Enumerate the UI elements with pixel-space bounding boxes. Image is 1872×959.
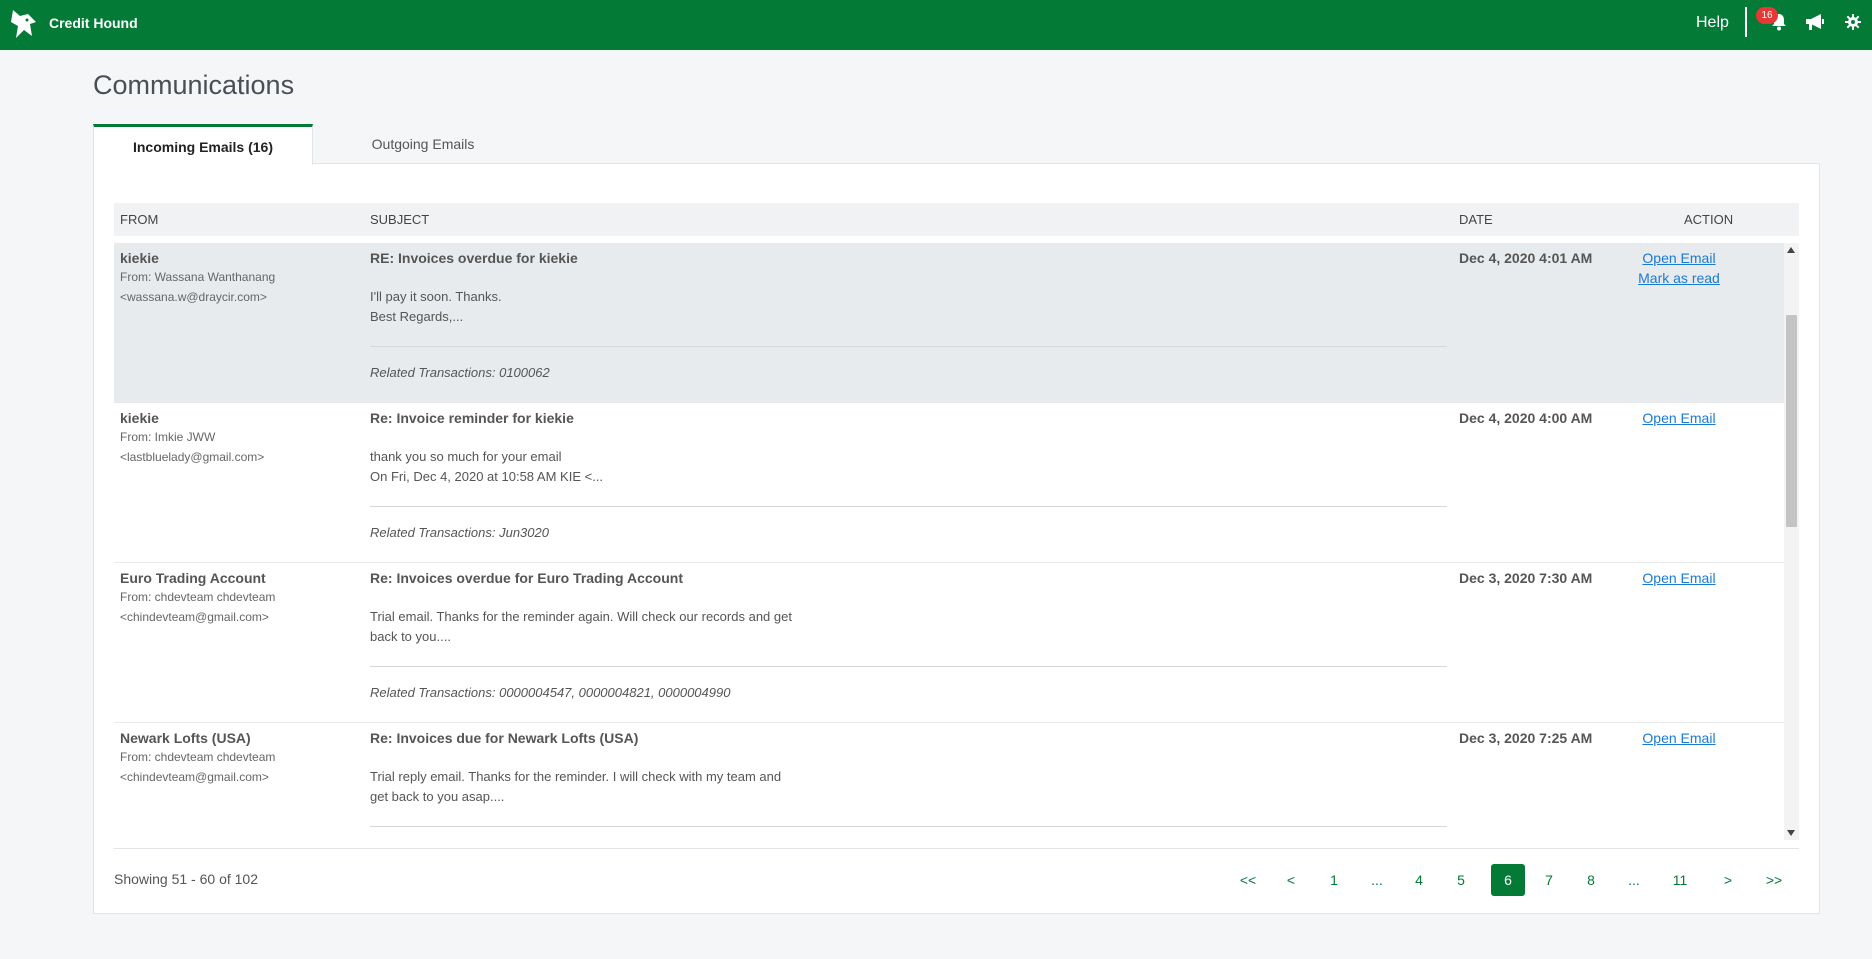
- table-row[interactable]: Newark Lofts (USA) From: chdevteam chdev…: [114, 723, 1784, 840]
- from-email: <chindevteam@gmail.com>: [120, 610, 269, 624]
- from-name: kiekie: [120, 250, 159, 266]
- brand-name[interactable]: Credit Hound: [49, 15, 138, 31]
- pagination-page[interactable]: 8: [1574, 864, 1608, 896]
- email-subject: Re: Invoices due for Newark Lofts (USA): [370, 730, 639, 746]
- from-email: <wassana.w@draycir.com>: [120, 290, 267, 304]
- snippet-line: get back to you asap....: [370, 789, 505, 804]
- scroll-up-arrow-icon[interactable]: [1787, 247, 1795, 253]
- column-header-date: DATE: [1459, 212, 1493, 227]
- pagination-ellipsis: ...: [1628, 872, 1640, 888]
- table-row[interactable]: kiekie From: Imkie JWW <lastbluelady@gma…: [114, 403, 1784, 563]
- tab-incoming-emails[interactable]: Incoming Emails (16): [93, 124, 313, 165]
- email-snippet: I'll pay it soon. Thanks. Best Regards,.…: [370, 287, 850, 327]
- snippet-line: Trial email. Thanks for the reminder aga…: [370, 609, 792, 624]
- help-link[interactable]: Help: [1696, 14, 1729, 32]
- email-date: Dec 3, 2020 7:25 AM: [1459, 730, 1593, 746]
- related-transactions: Related Transactions: Jun3020: [370, 525, 549, 540]
- open-email-link[interactable]: Open Email: [1614, 730, 1744, 746]
- column-header-action: ACTION: [1684, 212, 1734, 227]
- column-header-from: FROM: [120, 212, 159, 227]
- pagination-last[interactable]: >>: [1757, 864, 1791, 896]
- email-snippet: thank you so much for your email On Fri,…: [370, 447, 850, 487]
- from-name: kiekie: [120, 410, 159, 426]
- related-transactions: Related Transactions: 0100062: [370, 365, 550, 380]
- from-name: Euro Trading Account: [120, 570, 266, 586]
- pagination-first[interactable]: <<: [1231, 864, 1265, 896]
- emails-table-body[interactable]: kiekie From: Wassana Wanthanang <wassana…: [114, 243, 1784, 840]
- email-date: Dec 4, 2020 4:00 AM: [1459, 410, 1593, 426]
- gear-icon[interactable]: [1845, 14, 1861, 30]
- snippet-line: back to you....: [370, 629, 451, 644]
- email-date: Dec 3, 2020 7:30 AM: [1459, 570, 1593, 586]
- tab-outgoing-emails[interactable]: Outgoing Emails: [313, 124, 533, 164]
- mark-as-read-link[interactable]: Mark as read: [1614, 270, 1744, 286]
- topbar-divider: [1745, 7, 1747, 37]
- snippet-line: Best Regards,...: [370, 309, 464, 324]
- snippet-line: On Fri, Dec 4, 2020 at 10:58 AM KIE <...: [370, 469, 604, 484]
- pagination-page[interactable]: 1: [1317, 864, 1351, 896]
- table-header: FROM SUBJECT DATE ACTION: [114, 203, 1799, 236]
- email-subject: Re: Invoices overdue for Euro Trading Ac…: [370, 570, 683, 586]
- table-row[interactable]: Euro Trading Account From: chdevteam chd…: [114, 563, 1784, 723]
- from-sender: From: Wassana Wanthanang: [120, 270, 276, 284]
- related-transactions: Related Transactions: 0000004547, 000000…: [370, 685, 731, 700]
- from-name: Newark Lofts (USA): [120, 730, 251, 746]
- pagination-page[interactable]: 11: [1663, 864, 1697, 896]
- open-email-link[interactable]: Open Email: [1614, 570, 1744, 586]
- page-title: Communications: [93, 70, 295, 100]
- snippet-line: Trial reply email. Thanks for the remind…: [370, 769, 782, 784]
- from-email: <chindevteam@gmail.com>: [120, 770, 269, 784]
- email-date: Dec 4, 2020 4:01 AM: [1459, 250, 1593, 266]
- scroll-down-arrow-icon[interactable]: [1787, 830, 1795, 836]
- snippet-line: I'll pay it soon. Thanks.: [370, 289, 502, 304]
- email-subject: Re: Invoice reminder for kiekie: [370, 410, 574, 426]
- wolf-logo-icon[interactable]: [10, 8, 38, 40]
- pagination-page[interactable]: 5: [1444, 864, 1478, 896]
- notification-badge: 16: [1756, 7, 1778, 24]
- row-separator: [370, 506, 1447, 507]
- from-sender: From: Imkie JWW: [120, 430, 216, 444]
- pagination-prev[interactable]: <: [1274, 864, 1308, 896]
- row-separator: [370, 826, 1447, 827]
- email-snippet: Trial reply email. Thanks for the remind…: [370, 767, 850, 807]
- from-sender: From: chdevteam chdevteam: [120, 750, 276, 764]
- pagination-page[interactable]: 7: [1532, 864, 1566, 896]
- table-scrollbar[interactable]: [1784, 243, 1799, 840]
- pagination-page[interactable]: 4: [1402, 864, 1436, 896]
- snippet-line: thank you so much for your email: [370, 449, 562, 464]
- email-snippet: Trial email. Thanks for the reminder aga…: [370, 607, 850, 647]
- open-email-link[interactable]: Open Email: [1614, 250, 1744, 266]
- footer-divider: [114, 848, 1799, 849]
- top-bar: Credit Hound Help 16: [0, 0, 1872, 50]
- from-email: <lastbluelady@gmail.com>: [120, 450, 265, 464]
- showing-count: Showing 51 - 60 of 102: [114, 871, 258, 887]
- email-subject: RE: Invoices overdue for kiekie: [370, 250, 578, 266]
- pagination-page-active[interactable]: 6: [1491, 864, 1525, 896]
- row-separator: [370, 346, 1447, 347]
- column-header-subject: SUBJECT: [370, 212, 430, 227]
- pagination-next[interactable]: >: [1711, 864, 1745, 896]
- open-email-link[interactable]: Open Email: [1614, 410, 1744, 426]
- pagination-ellipsis: ...: [1371, 872, 1383, 888]
- table-row[interactable]: kiekie From: Wassana Wanthanang <wassana…: [114, 243, 1784, 403]
- scroll-thumb[interactable]: [1786, 315, 1797, 527]
- row-separator: [370, 666, 1447, 667]
- from-sender: From: chdevteam chdevteam: [120, 590, 276, 604]
- megaphone-icon[interactable]: [1805, 13, 1825, 31]
